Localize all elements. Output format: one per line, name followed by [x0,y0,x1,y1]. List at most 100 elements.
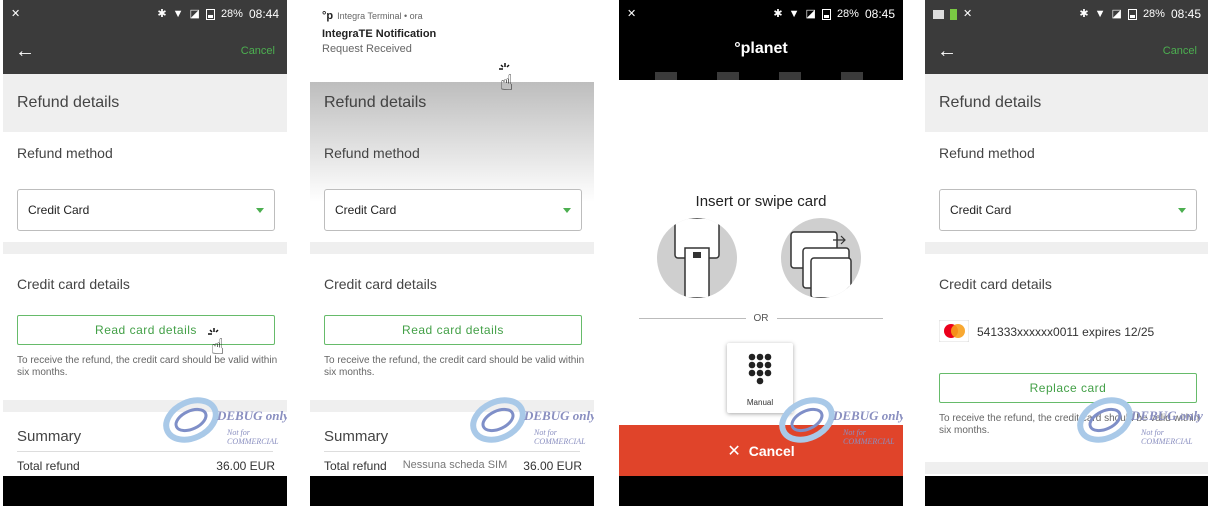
summary-title: Summary [17,428,82,445]
pointer-hand-icon: ☝ [211,334,225,359]
summary-title: Summary [324,428,389,445]
refund-method-value: Credit Card [335,203,397,217]
clock: 08:44 [248,7,279,21]
wifi-icon: ▼ [172,7,184,20]
total-refund-row: Total refund 36.00 EUR [17,459,275,473]
section-divider [925,462,1208,474]
total-refund-row: Total refund Nessuna scheda SIM 36.00 EU… [324,459,582,473]
refund-method-value: Credit Card [28,203,90,217]
total-refund-label: Total refund [324,459,387,473]
keypad-icon [748,353,772,385]
card-section-title: Credit card details [324,276,437,292]
insert-card-instruction: Insert or swipe card [695,193,827,210]
card-section-title: Credit card details [17,276,130,292]
summary-divider [324,451,580,452]
wifi-icon: ▼ [788,7,800,20]
debug-watermark: DEBUG only Not for COMMERCIAL [161,396,287,446]
section-divider [925,242,1208,254]
watermark-subtext: Not for COMMERCIAL [1141,428,1193,446]
notification-app-name: Integra Terminal • ora [337,11,423,21]
watermark-swirl-icon [779,397,835,443]
total-refund-value: 36.00 EUR [523,459,582,473]
watermark-text: DEBUG only [1131,408,1203,423]
nav-bar [310,476,594,506]
validity-note: To receive the refund, the credit card s… [324,355,585,378]
or-divider: OR [639,313,883,324]
wifi-icon: ▼ [1094,7,1106,20]
screen-card-read: ✕ ✱ ▼ ◪ 28% 08:45 ← Cancel Refund detail… [925,0,1208,506]
app-bar: ← Cancel [925,28,1208,74]
watermark-swirl-icon [1077,397,1133,443]
bluetooth-icon: ✱ [157,7,167,20]
screen-insert-card: ✕ ✱ ▼ ◪ 28% 08:45 °planet Insert or swip… [619,0,903,506]
notification-subtitle: Request Received [322,43,412,55]
swipe-card-icon [781,218,861,298]
battery-icon [205,8,215,20]
total-refund-label: Total refund [17,459,80,473]
notification-title: IntegraTE Notification [322,28,437,40]
page-title: Refund details [925,74,1208,132]
no-sim-icon: ◪ [189,7,200,20]
watermark-subtext: Not for COMMERCIAL [227,428,279,446]
refund-method-select[interactable]: Credit Card [17,189,275,231]
arrow-left-icon[interactable]: ← [937,40,1163,63]
mastercard-icon [939,320,969,342]
integra-logo-icon: °p [322,10,334,22]
nav-bar [925,476,1208,506]
no-sim-text: Nessuna scheda SIM [402,459,508,471]
watermark-subtext: Not for COMMERCIAL [534,428,586,446]
cancel-link[interactable]: Cancel [1163,45,1197,57]
chip-insert-icon [657,218,737,298]
or-label: OR [753,313,769,324]
notification-card[interactable]: °p Integra Terminal • ora IntegraTE Noti… [310,0,594,82]
page-title-overlay: Refund details [324,94,427,111]
chevron-down-icon [563,207,571,213]
battery-percent: 28% [220,8,243,20]
pointer-hand-icon: ☝ [500,70,514,95]
card-section-title: Credit card details [939,276,1052,292]
summary-divider [17,451,273,452]
planet-logo: °planet [734,40,788,57]
notification-x-icon: ✕ [627,7,637,20]
watermark-swirl-icon [470,397,526,443]
battery-icon [1127,8,1137,20]
debug-watermark: DEBUG only Not for COMMERCIAL [468,396,594,446]
card-details-text: 541333xxxxxx0011 expires 12/25 [977,325,1155,339]
battery-percent: 28% [836,8,859,20]
watermark-swirl-icon [163,397,219,443]
refund-method-label: Refund method [939,145,1035,161]
refund-method-label: Refund method [324,145,420,161]
status-bar: ✕ ✱ ▼ ◪ 28% 08:44 [3,0,287,28]
refund-method-select[interactable]: Credit Card [939,189,1197,231]
read-card-button[interactable]: Read card details [17,315,275,345]
bluetooth-icon: ✱ [773,7,783,20]
app-bar: ← Cancel [3,28,287,74]
watermark-text: DEBUG only [217,408,287,423]
bluetooth-icon: ✱ [1079,7,1089,20]
no-sim-icon: ◪ [805,7,816,20]
cancel-link[interactable]: Cancel [241,45,275,57]
arrow-left-icon[interactable]: ← [15,40,241,63]
chevron-down-icon [1178,207,1186,213]
terminal-indicators [655,72,863,80]
page-title: Refund details [3,74,287,132]
notification-x-icon: ✕ [963,7,973,20]
battery-icon [821,8,831,20]
status-bar: ✕ ✱ ▼ ◪ 28% 08:45 [925,0,1208,28]
screen-refund-details: ✕ ✱ ▼ ◪ 28% 08:44 ← Cancel Refund detail… [3,0,287,506]
nav-bar [619,476,903,506]
clock: 08:45 [1170,7,1201,21]
refund-method-select[interactable]: Credit Card [324,189,582,231]
app-notification-icon [950,8,957,20]
notification-x-icon: ✕ [11,7,21,20]
refund-method-value: Credit Card [950,203,1012,217]
watermark-subtext: Not for COMMERCIAL [843,428,895,446]
total-refund-value: 36.00 EUR [216,459,275,473]
no-sim-icon: ◪ [1111,7,1122,20]
validity-note: To receive the refund, the credit card s… [17,355,278,378]
screen-notification: Refund details °p Integra Terminal • ora… [310,0,594,506]
section-divider [310,242,594,254]
read-card-button[interactable]: Read card details [324,315,582,345]
refund-method-label: Refund method [17,145,113,161]
nav-bar [3,476,287,506]
